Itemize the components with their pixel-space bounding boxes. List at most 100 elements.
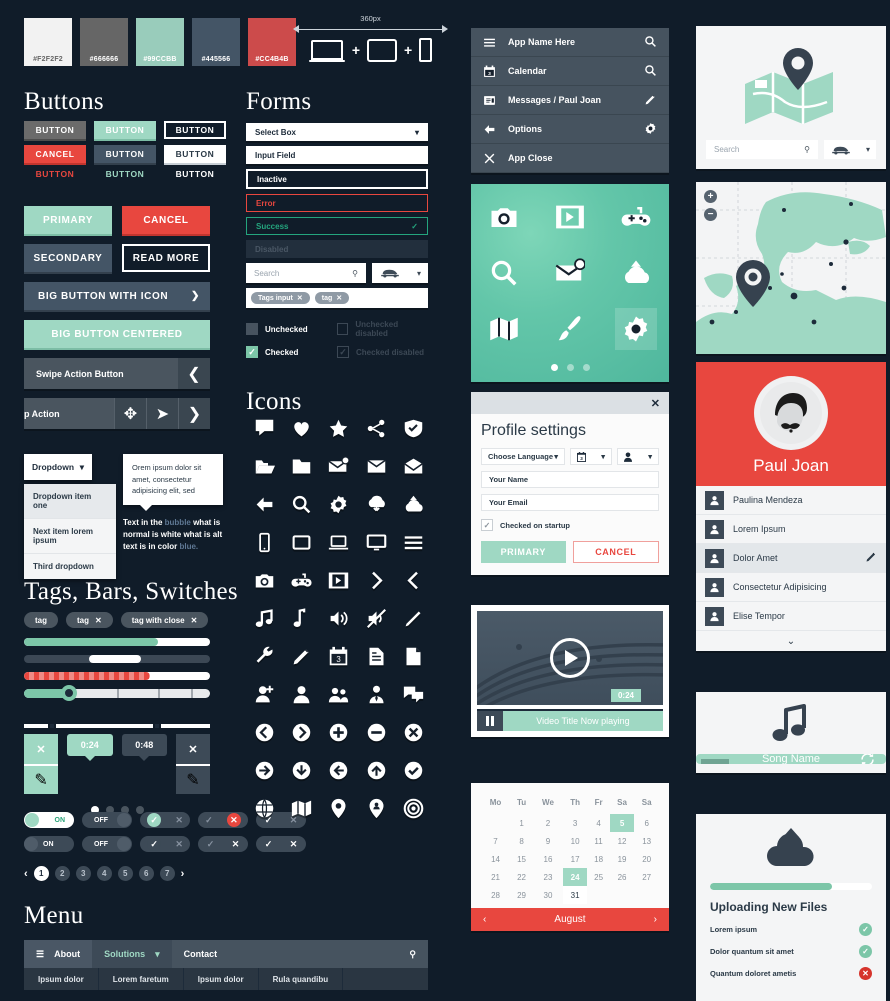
tag-chip[interactable]: tag ✕ bbox=[66, 612, 113, 628]
menu-item-solutions[interactable]: Solutions ▾ bbox=[92, 940, 172, 968]
error-field[interactable]: Error bbox=[246, 194, 428, 212]
icon-cell[interactable] bbox=[395, 529, 432, 555]
icon-cell[interactable] bbox=[246, 491, 283, 517]
calendar-day[interactable]: 26 bbox=[610, 868, 635, 886]
app-icon-mail-badge-icon[interactable] bbox=[549, 252, 591, 294]
close-icon[interactable]: ✕ bbox=[651, 397, 660, 410]
search-icon[interactable] bbox=[644, 64, 657, 79]
icon-cell[interactable] bbox=[358, 757, 395, 783]
icon-cell[interactable] bbox=[320, 719, 357, 745]
search-icon[interactable] bbox=[644, 35, 657, 50]
calendar-day[interactable]: 16 bbox=[533, 850, 563, 868]
app-icon-camera-icon[interactable] bbox=[483, 196, 525, 238]
pager-page[interactable]: 2 bbox=[54, 866, 70, 881]
slider-knob[interactable] bbox=[61, 685, 78, 701]
play-button[interactable] bbox=[550, 638, 590, 678]
app-icon-gear-icon[interactable] bbox=[615, 307, 657, 350]
chevron-left-icon[interactable]: ❮ bbox=[178, 358, 210, 389]
icon-cell[interactable] bbox=[358, 795, 395, 821]
name-field[interactable]: Your Name bbox=[481, 471, 659, 488]
app-page-dot[interactable] bbox=[566, 363, 574, 371]
toggle-check-x-a[interactable]: ✓ ✕ bbox=[140, 836, 190, 852]
checkbox-row[interactable]: Unchecked bbox=[246, 320, 337, 338]
map-zoom-controls[interactable]: + − bbox=[704, 190, 717, 226]
app-page-dot[interactable] bbox=[582, 363, 590, 371]
calendar-day[interactable]: 29 bbox=[510, 886, 533, 904]
toggle-check-x-b[interactable]: ✓ ✕ bbox=[198, 836, 248, 852]
toggle-off-disabled[interactable]: OFF bbox=[82, 836, 132, 852]
icon-cell[interactable] bbox=[395, 757, 432, 783]
contact-row[interactable]: Elise Tempor bbox=[696, 602, 886, 631]
edit-icon[interactable]: ✎ bbox=[24, 764, 59, 794]
inactive-field[interactable]: Inactive bbox=[246, 169, 428, 189]
swipe-action-button[interactable]: Swipe Action Button ❮ bbox=[24, 358, 210, 389]
pencil-icon[interactable] bbox=[865, 551, 877, 565]
icon-cell[interactable] bbox=[246, 643, 283, 669]
icon-cell[interactable] bbox=[246, 757, 283, 783]
button-mint[interactable]: BUTTON bbox=[94, 121, 156, 139]
toggle-check-x-red[interactable]: ✓ ✕ bbox=[198, 812, 248, 828]
toggle-off[interactable]: OFF bbox=[82, 812, 132, 828]
dropdown-item[interactable]: Dropdown item one bbox=[24, 484, 116, 519]
calendar-day[interactable]: 18 bbox=[587, 850, 609, 868]
checkbox-icon[interactable] bbox=[246, 323, 258, 335]
calendar-day[interactable]: 5 bbox=[609, 814, 635, 832]
dropdown-item[interactable]: Third dropdown bbox=[24, 554, 116, 579]
icon-cell[interactable] bbox=[246, 719, 283, 745]
icon-cell[interactable] bbox=[283, 491, 320, 517]
calendar-day[interactable]: 31 bbox=[562, 886, 588, 904]
icon-cell[interactable] bbox=[395, 491, 432, 517]
range-slider[interactable] bbox=[24, 685, 210, 701]
icon-cell[interactable] bbox=[246, 605, 283, 631]
calendar-day[interactable]: 6 bbox=[634, 814, 659, 832]
app-icon-map-icon[interactable] bbox=[483, 308, 525, 350]
big-button-centered[interactable]: BIG BUTTON CENTERED bbox=[24, 320, 210, 348]
checkbox-row[interactable]: ✓ Checked disabled bbox=[337, 346, 428, 358]
pager-page[interactable]: 6 bbox=[138, 866, 154, 881]
toggle-check-x-c[interactable]: ✓ ✕ bbox=[256, 836, 306, 852]
input-tag[interactable]: Tags input ✕ bbox=[251, 292, 310, 304]
pause-button[interactable] bbox=[477, 711, 503, 731]
icon-cell[interactable] bbox=[320, 795, 357, 821]
menu-item-contact[interactable]: Contact ⚲ bbox=[171, 940, 428, 968]
contact-row[interactable]: Paulina Mendeza bbox=[696, 486, 886, 515]
calendar-day[interactable]: 28 bbox=[481, 886, 510, 904]
calendar-day[interactable]: 27 bbox=[634, 868, 659, 886]
pager-page[interactable]: 5 bbox=[117, 866, 133, 881]
icon-cell[interactable] bbox=[395, 605, 432, 631]
icon-cell[interactable] bbox=[246, 453, 283, 479]
icon-cell[interactable] bbox=[246, 681, 283, 707]
pagination[interactable]: ‹ 1 2 3 4 5 6 7 › bbox=[24, 866, 184, 881]
icon-cell[interactable] bbox=[320, 681, 357, 707]
icon-cell[interactable] bbox=[395, 567, 432, 593]
app-icon-cloud-upload-icon[interactable] bbox=[615, 252, 657, 294]
submenu-item[interactable]: Lorem faretum bbox=[99, 968, 184, 990]
car-select[interactable]: ▾ bbox=[372, 263, 428, 283]
icon-cell[interactable] bbox=[246, 567, 283, 593]
nav-item[interactable]: App Close bbox=[471, 144, 669, 173]
icon-cell[interactable] bbox=[358, 605, 395, 631]
icon-cell[interactable] bbox=[283, 681, 320, 707]
calendar-day[interactable]: 4 bbox=[587, 814, 609, 832]
icon-cell[interactable] bbox=[358, 491, 395, 517]
submenu-item[interactable]: Ipsum dolor bbox=[24, 968, 99, 990]
checkbox-icon[interactable]: ✓ bbox=[337, 346, 349, 358]
pager-page[interactable]: 3 bbox=[75, 866, 91, 881]
calendar-day[interactable]: 15 bbox=[510, 850, 533, 868]
swipe-action-revealed[interactable]: p Action ✥ ➤ ❯ bbox=[24, 398, 210, 429]
pencil-icon[interactable] bbox=[644, 93, 657, 108]
calendar-day[interactable]: 22 bbox=[510, 868, 533, 886]
app-page-dots[interactable] bbox=[550, 363, 590, 371]
button-white[interactable]: BUTTON bbox=[164, 145, 226, 163]
calendar-day[interactable]: 1 bbox=[510, 814, 533, 832]
pager-page[interactable]: 1 bbox=[33, 866, 49, 881]
date-select[interactable]: 3 ▾ bbox=[570, 448, 612, 465]
icon-cell[interactable] bbox=[358, 681, 395, 707]
calendar-day[interactable]: 2 bbox=[533, 814, 563, 832]
dropdown-head[interactable]: Dropdown ▾ bbox=[24, 454, 92, 480]
checkbox-row[interactable]: Unchecked disabled bbox=[337, 320, 428, 338]
icon-cell[interactable] bbox=[358, 415, 395, 441]
icon-cell[interactable] bbox=[358, 529, 395, 555]
checkbox-icon[interactable] bbox=[337, 323, 349, 335]
menu-item-about[interactable]: ☰ About bbox=[24, 940, 93, 968]
